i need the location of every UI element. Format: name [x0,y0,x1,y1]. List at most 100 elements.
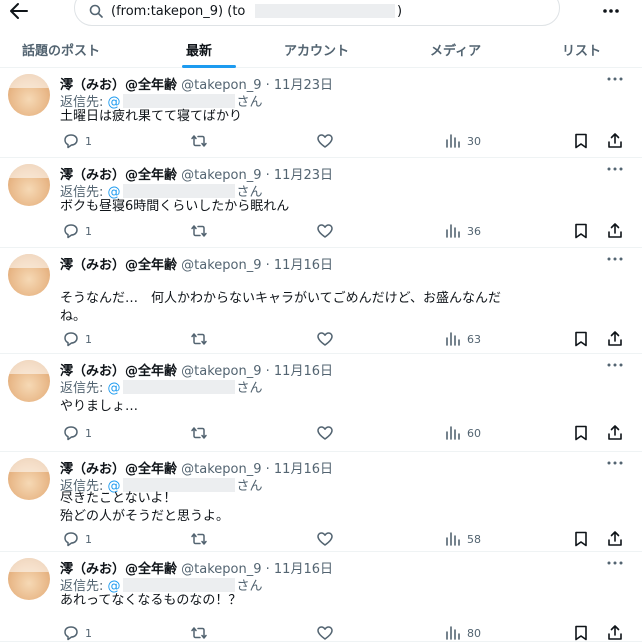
reply-mention[interactable]: @ [108,380,237,396]
bookmark-icon [575,133,587,149]
reply-count: 1 [85,426,92,440]
views-button[interactable]: 63 [444,330,481,348]
avatar[interactable] [8,254,50,296]
tweet-actions: 1 63 [0,330,642,348]
like-button[interactable] [316,132,334,150]
reply-count: 1 [85,332,92,346]
bookmark-icon [575,223,587,239]
tweet-card[interactable]: 澪（みお）@全年齢 @takepon_9 · 11月16日 そうなんだ… 何人か… [0,248,642,354]
share-icon [608,531,622,546]
share-button[interactable] [606,330,624,348]
redacted-username [122,380,235,394]
like-button[interactable] [316,424,334,442]
tweet-date: 11月16日 [273,462,333,477]
bookmark-button[interactable] [572,132,590,150]
views-button[interactable]: 36 [444,222,481,240]
more-dots-icon[interactable] [606,252,624,266]
repost-icon [191,225,207,237]
reply-count: 1 [85,224,92,238]
redacted-username [122,578,235,592]
like-button[interactable] [316,222,334,240]
like-button[interactable] [316,330,334,348]
redacted-username [255,4,395,18]
share-icon [608,331,622,346]
views-icon [446,626,460,640]
bookmark-button[interactable] [572,330,590,348]
share-button[interactable] [606,222,624,240]
reply-button[interactable]: 1 [62,222,92,240]
avatar[interactable] [8,558,50,600]
avatar[interactable] [8,458,50,500]
display-name[interactable]: 澪（みお）@全年齢 [60,258,177,273]
tweet-card[interactable]: 澪（みお）@全年齢 @takepon_9 · 11月16日 返信先: @ さん や… [0,354,642,452]
bookmark-button[interactable] [572,624,590,642]
reply-button[interactable]: 1 [62,424,92,442]
search-query: (from:takepon_9) (to [111,4,246,19]
repost-button[interactable] [190,132,208,150]
views-icon [446,532,460,546]
avatar[interactable] [8,164,50,206]
tab-latest[interactable]: 最新 [186,40,212,59]
bookmark-icon [575,625,587,641]
tab-top[interactable]: 話題のポスト [22,40,100,59]
view-count: 36 [467,224,481,238]
views-icon [446,134,460,148]
reply-button[interactable]: 1 [62,132,92,150]
share-button[interactable] [606,530,624,548]
like-button[interactable] [316,530,334,548]
views-icon [446,332,460,346]
more-dots-icon[interactable] [606,456,624,470]
more-dots-icon[interactable] [606,358,624,372]
heart-icon [317,134,333,148]
tweet-date: 11月16日 [273,562,333,577]
bookmark-button[interactable] [572,424,590,442]
tweet-card[interactable]: 澪（みお）@全年齢 @takepon_9 · 11月23日 返信先: @ さん ボ… [0,158,642,248]
avatar[interactable] [8,360,50,402]
share-button[interactable] [606,624,624,642]
like-button[interactable] [316,624,334,642]
tweet-card[interactable]: 澪（みお）@全年齢 @takepon_9 · 11月16日 返信先: @ さん 尽… [0,452,642,552]
view-count: 30 [467,134,481,148]
tweet-actions: 1 60 [0,424,642,442]
tweet-header: 澪（みお）@全年齢 @takepon_9 · 11月16日 [60,254,333,273]
reply-count: 1 [85,134,92,148]
top-bar: (from:takepon_9) (to ) [0,0,642,28]
repost-button[interactable] [190,330,208,348]
bookmark-icon [575,425,587,441]
tweet-card[interactable]: 澪（みお）@全年齢 @takepon_9 · 11月16日 返信先: @ さん あ… [0,552,642,642]
bookmark-icon [575,331,587,347]
views-button[interactable]: 30 [444,132,481,150]
share-button[interactable] [606,132,624,150]
more-dots-icon[interactable] [606,556,624,570]
reply-button[interactable]: 1 [62,530,92,548]
reply-button[interactable]: 1 [62,330,92,348]
more-dots-icon[interactable] [606,162,624,176]
tab-lists[interactable]: リスト [562,40,601,59]
reply-count: 1 [85,626,92,640]
more-options-icon[interactable] [600,2,622,20]
repost-button[interactable] [190,424,208,442]
repost-button[interactable] [190,222,208,240]
heart-icon [317,224,333,238]
tab-people[interactable]: アカウント [284,40,349,59]
reply-button[interactable]: 1 [62,624,92,642]
share-button[interactable] [606,424,624,442]
bookmark-button[interactable] [572,222,590,240]
repost-icon [191,135,207,147]
reply-icon [64,134,78,149]
arrow-left-icon[interactable] [8,0,30,22]
more-dots-icon[interactable] [606,72,624,86]
heart-icon [317,626,333,640]
views-button[interactable]: 80 [444,624,481,642]
bookmark-button[interactable] [572,530,590,548]
tab-media[interactable]: メディア [430,40,481,59]
views-button[interactable]: 60 [444,424,481,442]
avatar[interactable] [8,74,50,116]
search-input[interactable]: (from:takepon_9) (to ) [74,0,560,26]
tweet-card[interactable]: 澪（みお）@全年齢 @takepon_9 · 11月23日 返信先: @ さん 土… [0,68,642,158]
views-button[interactable]: 58 [444,530,481,548]
repost-button[interactable] [190,530,208,548]
repost-button[interactable] [190,624,208,642]
repost-icon [191,333,207,345]
bookmark-icon [575,531,587,547]
